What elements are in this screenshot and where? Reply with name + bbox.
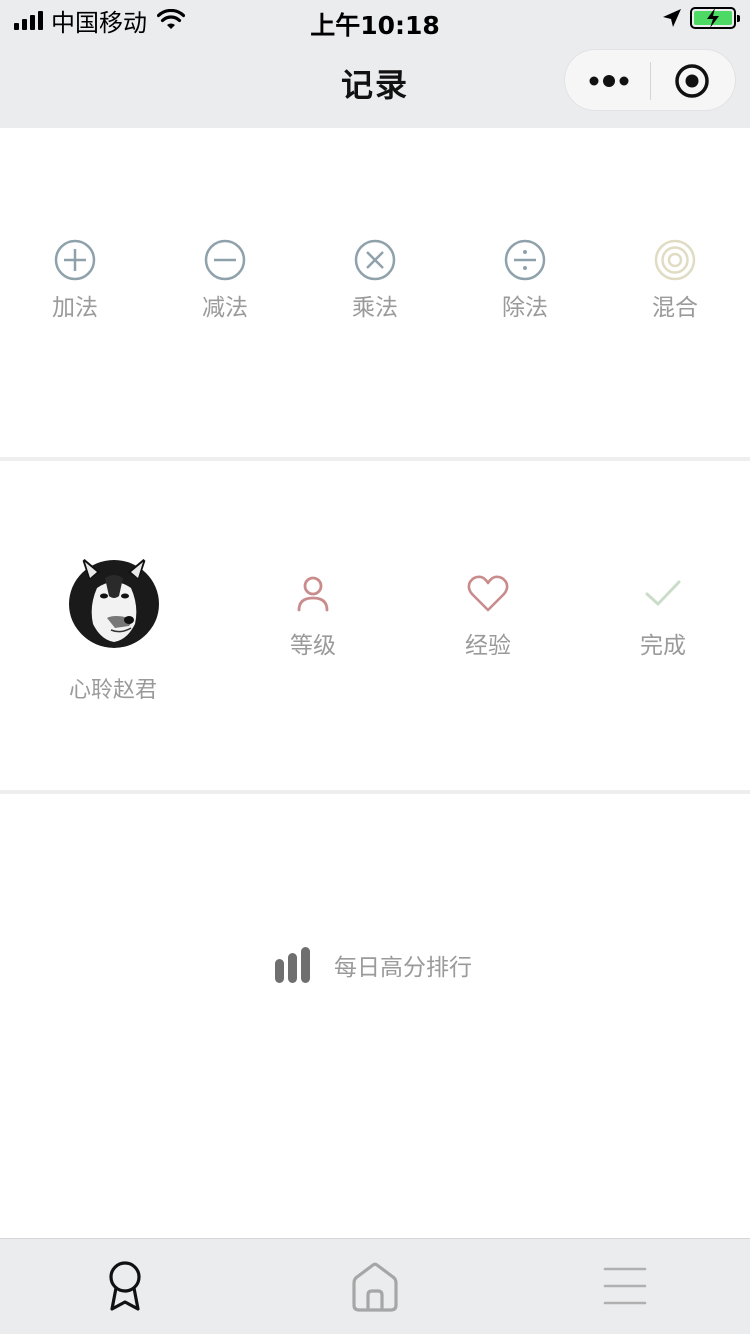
username: 心聆赵君 bbox=[68, 678, 157, 703]
tab-bar bbox=[0, 1238, 750, 1334]
menu-lines-icon bbox=[603, 1267, 647, 1305]
times-circle-icon bbox=[354, 239, 396, 281]
section-divider bbox=[0, 457, 750, 461]
op-multiplication[interactable]: 乘法 bbox=[320, 238, 430, 322]
stat-complete-label: 完成 bbox=[640, 633, 686, 659]
minus-circle-icon bbox=[204, 239, 246, 281]
plus-circle-icon bbox=[54, 239, 96, 281]
tab-records[interactable] bbox=[95, 1259, 155, 1315]
tab-menu[interactable] bbox=[595, 1259, 655, 1315]
op-division-label: 除法 bbox=[502, 295, 548, 321]
miniapp-capsule bbox=[564, 49, 736, 111]
op-subtraction-label: 减法 bbox=[202, 295, 248, 321]
stat-experience-label: 经验 bbox=[465, 633, 511, 659]
op-addition[interactable]: 加法 bbox=[20, 238, 130, 322]
battery-icon bbox=[690, 7, 740, 29]
stat-level[interactable]: 等级 bbox=[258, 574, 368, 660]
daily-rank-link[interactable]: 每日高分排行 bbox=[274, 945, 472, 985]
op-subtraction[interactable]: 减法 bbox=[170, 238, 280, 322]
award-ribbon-icon bbox=[109, 1261, 141, 1311]
stat-level-label: 等级 bbox=[290, 633, 336, 659]
status-time: 上午10:18 bbox=[310, 11, 440, 40]
op-mixed[interactable]: 混合 bbox=[620, 238, 730, 322]
close-miniapp-icon[interactable] bbox=[673, 62, 711, 100]
location-arrow-icon bbox=[663, 9, 681, 27]
op-addition-label: 加法 bbox=[52, 295, 98, 321]
person-icon bbox=[297, 576, 329, 612]
check-icon bbox=[645, 580, 681, 606]
status-right bbox=[662, 7, 740, 29]
home-icon bbox=[352, 1262, 398, 1312]
op-multiplication-label: 乘法 bbox=[352, 295, 398, 321]
tab-home[interactable] bbox=[345, 1259, 405, 1315]
heart-icon bbox=[467, 575, 509, 612]
section-divider bbox=[0, 790, 750, 794]
user-section: 心聆赵君 等级 经验 完成 bbox=[0, 462, 750, 790]
op-mixed-label: 混合 bbox=[652, 295, 698, 321]
top-bar: 中国移动 上午10:18 记录 bbox=[0, 0, 750, 128]
op-division[interactable]: 除法 bbox=[470, 238, 580, 322]
avatar[interactable] bbox=[67, 548, 161, 648]
daily-rank-label: 每日高分排行 bbox=[334, 955, 472, 981]
more-icon[interactable] bbox=[587, 66, 635, 96]
capsule-divider bbox=[650, 62, 651, 100]
stat-complete[interactable]: 完成 bbox=[608, 574, 718, 660]
status-bar: 中国移动 上午10:18 bbox=[0, 0, 750, 40]
bar-chart-icon bbox=[275, 947, 310, 983]
divide-circle-icon bbox=[504, 239, 546, 281]
stat-experience[interactable]: 经验 bbox=[433, 574, 543, 660]
rank-section: 每日高分排行 bbox=[0, 795, 750, 1235]
husky-avatar-image bbox=[69, 556, 159, 648]
operations-section: 加法 减法 乘法 除法 混合 bbox=[0, 128, 750, 458]
concentric-circles-icon bbox=[654, 239, 696, 281]
